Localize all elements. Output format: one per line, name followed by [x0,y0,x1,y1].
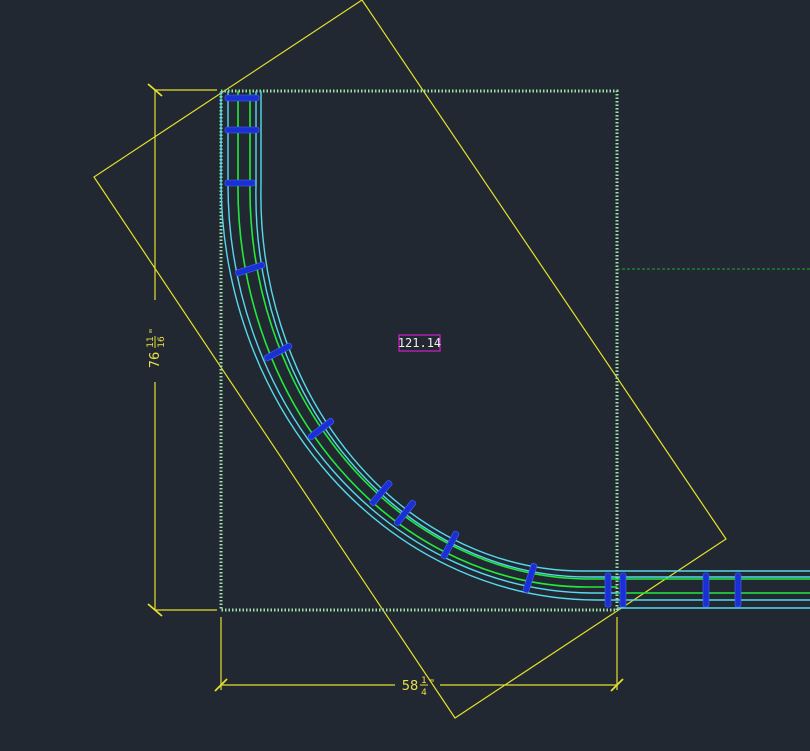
width-dimension-label: 58 1 4 " [402,676,435,698]
track-ties [224,94,742,608]
tie [702,572,710,608]
width-den: 4 [421,688,427,698]
track-inner-rail-1 [255,91,617,578]
tie [369,480,393,506]
height-den: 16 [157,336,167,348]
tie [224,179,256,187]
width-dimension[interactable] [214,617,624,692]
tie [619,572,627,608]
segment-tag[interactable]: 121.14 [398,334,441,352]
width-unit: " [429,677,434,690]
cad-drawing-canvas[interactable]: 121.14 76 11 16 " 58 1 4 " [0,0,810,751]
height-unit: " [147,328,160,333]
tie [224,126,260,134]
tie [522,563,538,593]
height-dimension-label: 76 11 16 " [146,328,167,368]
tag-label: 121.14 [398,336,441,350]
width-whole: 58 [402,679,419,694]
height-dimension[interactable] [147,83,217,617]
straight-track[interactable] [617,570,810,609]
tie [734,572,742,608]
height-whole: 76 [148,352,163,369]
track-inner-rail-2 [260,91,617,572]
tie [224,94,260,102]
tie [235,261,265,277]
tie [604,572,612,608]
